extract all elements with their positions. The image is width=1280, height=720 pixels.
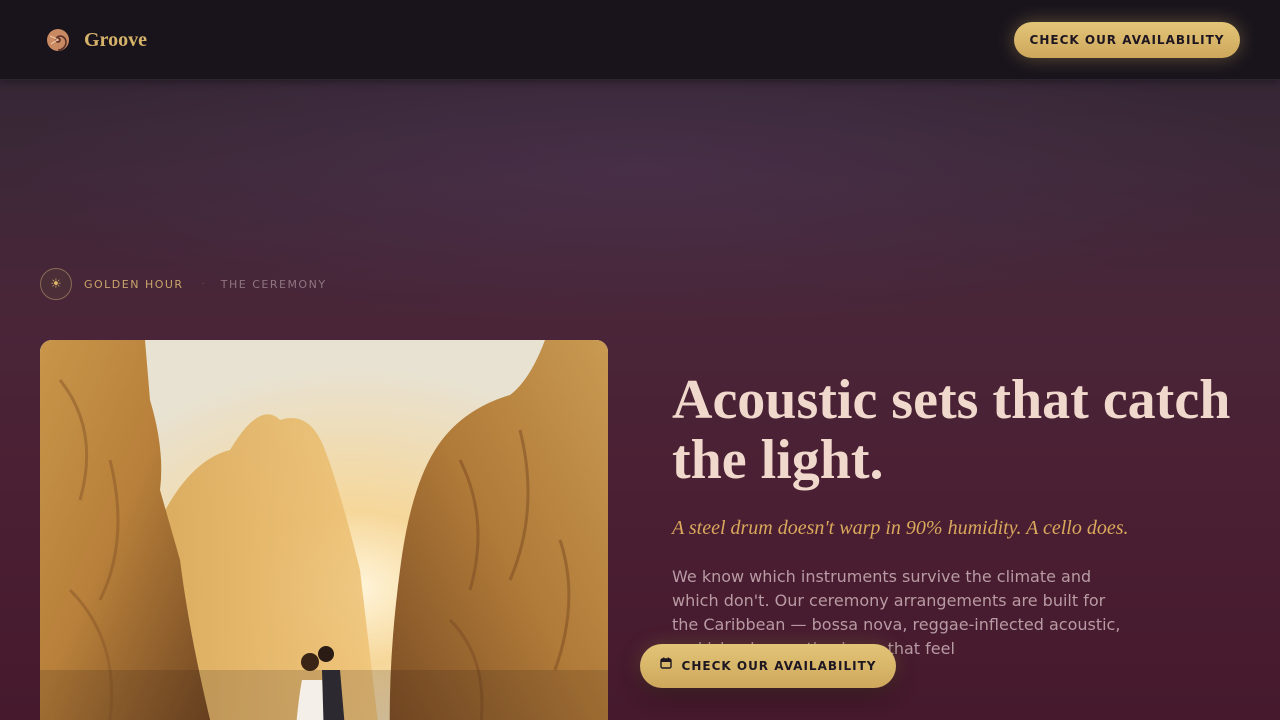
calendar-icon	[659, 643, 672, 687]
hero-tagline: A steel drum doesn't warp in 90% humidit…	[672, 517, 1129, 539]
sun-icon: ☀	[40, 268, 72, 300]
check-availability-button[interactable]: CHECK OUR AVAILABILITY	[1014, 22, 1240, 58]
breadcrumb-golden-hour[interactable]: GOLDEN HOUR	[84, 278, 184, 291]
floating-cta-label: CHECK OUR AVAILABILITY	[681, 659, 877, 673]
breadcrumb-separator: ·	[201, 278, 205, 290]
page-title: Acoustic sets that catch the light.	[672, 369, 1231, 491]
breadcrumb: ☀ GOLDEN HOUR · THE CEREMONY	[40, 268, 327, 300]
top-navigation-bar: Groove CHECK OUR AVAILABILITY	[0, 0, 1280, 80]
brand-name[interactable]: Groove	[84, 28, 147, 52]
breadcrumb-the-ceremony[interactable]: THE CEREMONY	[221, 278, 327, 291]
spiral-shell-icon[interactable]	[46, 28, 70, 52]
couple-between-sunlit-rocks-image	[40, 340, 608, 720]
floating-check-availability-button[interactable]: CHECK OUR AVAILABILITY	[640, 644, 896, 688]
